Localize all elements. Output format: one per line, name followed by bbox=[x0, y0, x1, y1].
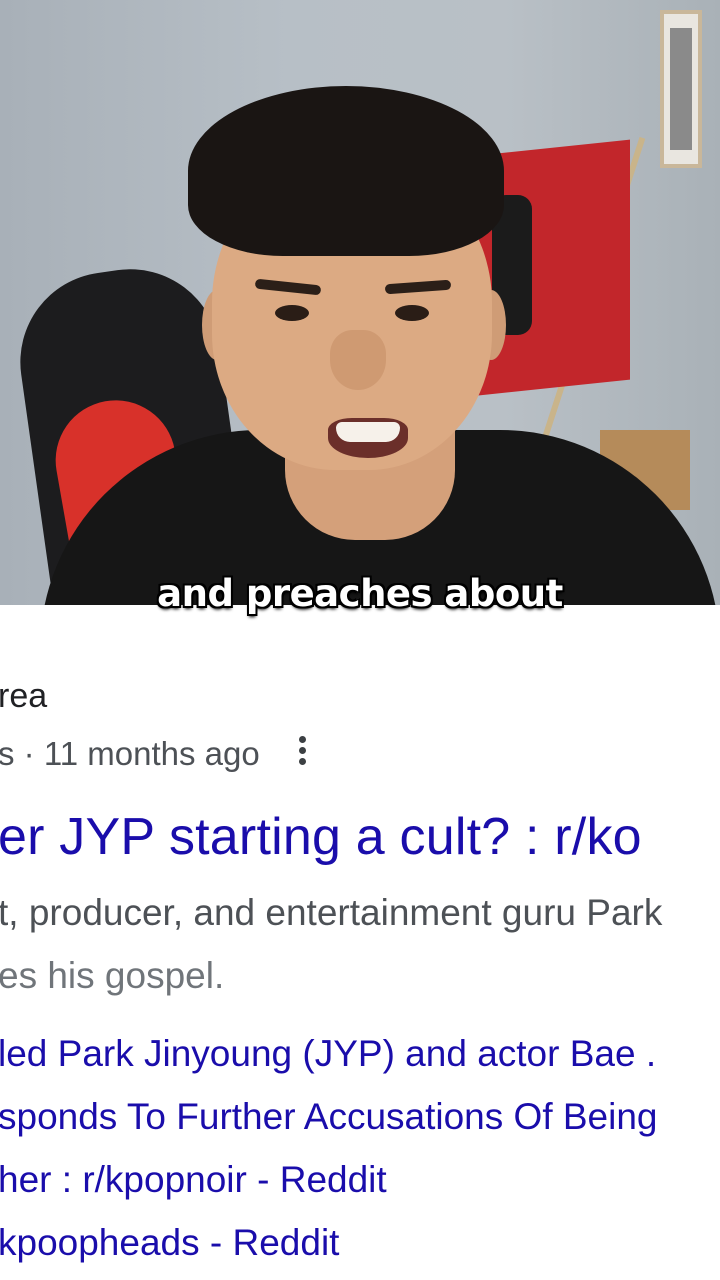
eye-left bbox=[275, 305, 309, 321]
person-teeth bbox=[336, 422, 400, 442]
result-date: s · 11 months ago bbox=[0, 735, 260, 772]
video-caption: and preaches about bbox=[157, 572, 563, 615]
wall-picture-frame bbox=[660, 10, 702, 168]
eye-right bbox=[395, 305, 429, 321]
vertical-dots-icon[interactable] bbox=[298, 732, 307, 769]
result-site-name: rea bbox=[0, 677, 48, 715]
related-link-2[interactable]: sponds To Further Accusations Of Being bbox=[0, 1096, 658, 1138]
result-meta: s · 11 months ago bbox=[0, 735, 307, 775]
related-link-1[interactable]: led Park Jinyoung (JYP) and actor Bae . bbox=[0, 1033, 656, 1075]
related-link-4[interactable]: kpoopheads - Reddit bbox=[0, 1222, 339, 1264]
result-title-link[interactable]: er JYP starting a cult? : r/ko bbox=[0, 807, 642, 867]
search-result-panel: rea s · 11 months ago er JYP starting a … bbox=[0, 605, 720, 1280]
result-snippet-line-2: es his gospel. bbox=[0, 955, 225, 996]
related-link-3[interactable]: her : r/kpopnoir - Reddit bbox=[0, 1159, 387, 1201]
video-frame bbox=[0, 0, 720, 605]
result-snippet-line-1: t, producer, and entertainment guru Park bbox=[0, 892, 663, 933]
person-nose bbox=[330, 330, 386, 390]
person-hair bbox=[188, 86, 504, 256]
